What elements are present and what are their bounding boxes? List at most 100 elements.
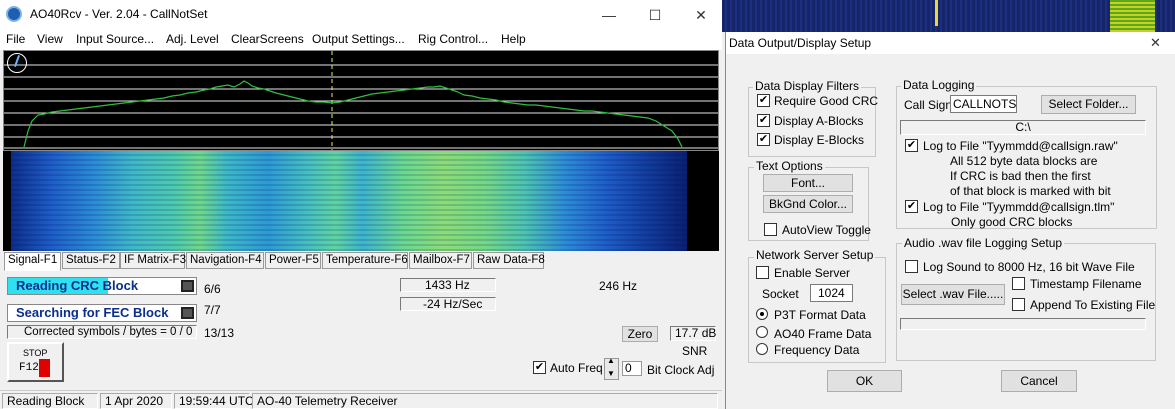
require-crc-label: Require Good CRC (774, 94, 879, 108)
enable-server-checkbox[interactable] (756, 266, 769, 279)
menu-input-source[interactable]: Input Source... (76, 32, 154, 46)
status-date: 1 Apr 2020 (100, 393, 172, 409)
dialog-close-button[interactable]: ✕ (1150, 35, 1161, 51)
p3t-radio[interactable] (756, 308, 768, 320)
display-e-checkbox[interactable]: ✔ (757, 133, 770, 146)
data-output-dialog: Data Output/Display Setup ✕ Data Display… (725, 32, 1175, 409)
bkgnd-color-button[interactable]: BkGnd Color... (763, 195, 853, 213)
menu-bar: File View Input Source... Adj. Level Cle… (0, 30, 722, 50)
menu-help[interactable]: Help (501, 32, 526, 46)
snr-value: 17.7 dB (670, 326, 716, 341)
freq-hz: 1433 Hz (400, 278, 496, 292)
searching-fec-indicator (181, 307, 194, 319)
callsign-label: Call Sign (904, 98, 953, 112)
data-logging-title: Data Logging (901, 78, 977, 92)
menu-view[interactable]: View (37, 32, 63, 46)
display-a-label: Display A-Blocks (774, 114, 864, 128)
cancel-button[interactable]: Cancel (1001, 370, 1077, 392)
spectrum-display[interactable] (3, 50, 719, 151)
timestamp-checkbox[interactable] (1012, 277, 1025, 290)
display-filters-title: Data Display Filters (753, 79, 862, 93)
bit-clock-input[interactable]: 0 (622, 361, 642, 376)
dialog-title: Data Output/Display Setup (729, 36, 872, 50)
background-signal-line (935, 0, 938, 26)
menu-clearscreens[interactable]: ClearScreens (231, 32, 304, 46)
corrected-symbols: Corrected symbols / bytes = 0 / 0 (7, 325, 197, 339)
waterfall-image (11, 151, 687, 251)
searching-fec-count: 7/7 (204, 303, 221, 317)
autoview-checkbox[interactable] (764, 223, 777, 236)
bit-clock-label: Bit Clock Adj (647, 363, 715, 377)
auto-freq-checkbox[interactable]: ✔ (533, 361, 546, 374)
log-raw-checkbox[interactable]: ✔ (905, 139, 918, 152)
stop-button[interactable]: STOP F12 (7, 342, 64, 382)
log-raw-label: Log to File "Tyymmdd@callsign.raw" (923, 139, 1118, 153)
stop-key: F12 (19, 362, 39, 374)
freq-rate: -24 Hz/Sec (400, 297, 496, 311)
reading-crc-indicator (181, 280, 194, 292)
ao40-radio[interactable] (756, 326, 768, 338)
tab-signal[interactable]: Signal-F1 (4, 252, 61, 271)
p3t-label: P3T Format Data (774, 308, 866, 322)
log-tlm-desc: Only good CRC blocks (951, 215, 1073, 229)
corrected-count: 13/13 (204, 326, 235, 340)
reading-crc-bar: Reading CRC Block (7, 277, 197, 295)
frequency-radio[interactable] (756, 343, 768, 355)
log-sound-label: Log Sound to 8000 Hz, 16 bit Wave File (923, 260, 1135, 274)
font-button[interactable]: Font... (763, 174, 853, 192)
tab-if-matrix[interactable]: IF Matrix-F3 (120, 252, 186, 269)
log-raw-desc-3: of that block is marked with bit (950, 184, 1111, 198)
log-tlm-label: Log to File "Tyymmdd@callsign.tlm" (923, 200, 1115, 214)
status-reading: Reading Block (2, 393, 98, 409)
background-window (722, 0, 1175, 32)
maximize-button[interactable]: ☐ (632, 0, 678, 30)
frequency-label: Frequency Data (774, 343, 860, 357)
tab-temperature[interactable]: Temperature-F6 (322, 252, 408, 269)
snr-label: SNR (682, 344, 708, 358)
menu-file[interactable]: File (6, 32, 25, 46)
menu-output-settings[interactable]: Output Settings... (312, 32, 405, 46)
spin-down-icon[interactable]: ▼ (607, 369, 615, 378)
tab-navigation[interactable]: Navigation-F4 (186, 252, 264, 269)
window-title: AO40Rcv - Ver. 2.04 - CallNotSet (30, 7, 208, 21)
append-checkbox[interactable] (1012, 298, 1025, 311)
bit-clock-spinner[interactable]: ▲ ▼ (604, 356, 619, 380)
log-raw-desc-2: If CRC is bad then the first (950, 169, 1091, 183)
log-raw-desc-1: All 512 byte data blocks are (950, 154, 1098, 168)
tab-mailbox[interactable]: Mailbox-F7 (409, 252, 472, 269)
folder-path: C:\ (900, 120, 1146, 135)
stop-label: STOP (23, 348, 48, 358)
display-e-label: Display E-Blocks (774, 133, 865, 147)
display-a-checkbox[interactable]: ✔ (757, 114, 770, 127)
log-sound-checkbox[interactable] (905, 260, 918, 273)
zero-button[interactable]: Zero (622, 326, 658, 342)
waterfall-display[interactable] (3, 151, 719, 251)
timestamp-label: Timestamp Filename (1030, 277, 1142, 291)
network-title: Network Server Setup (754, 248, 876, 262)
tab-status[interactable]: Status-F2 (62, 252, 120, 269)
minimize-button[interactable]: — (586, 0, 632, 30)
ok-button[interactable]: OK (827, 370, 902, 392)
require-crc-checkbox[interactable]: ✔ (757, 94, 770, 107)
searching-fec-label: Searching for FEC Block (16, 305, 169, 320)
socket-input[interactable]: 1024 (810, 284, 853, 302)
background-waterfall (722, 0, 1175, 32)
spin-up-icon[interactable]: ▲ (607, 356, 615, 365)
reading-crc-count: 6/6 (204, 282, 221, 296)
audio-title: Audio .wav file Logging Setup (902, 236, 1065, 250)
menu-rig-control[interactable]: Rig Control... (418, 32, 488, 46)
tab-power[interactable]: Power-F5 (265, 252, 321, 269)
select-wav-button[interactable]: Select .wav File..... (901, 284, 1005, 305)
close-button[interactable]: ✕ (678, 0, 724, 30)
menu-adj-level[interactable]: Adj. Level (166, 32, 219, 46)
ao40-label: AO40 Frame Data (774, 327, 872, 341)
app-icon (6, 6, 22, 22)
callsign-input[interactable]: CALLNOTSE (950, 95, 1017, 113)
autoview-label: AutoView Toggle (782, 223, 871, 237)
log-tlm-checkbox[interactable]: ✔ (905, 200, 918, 213)
status-time: 19:59:44 UTC (174, 393, 254, 409)
text-options-title: Text Options (754, 159, 825, 173)
status-divider (0, 390, 722, 391)
select-folder-button[interactable]: Select Folder... (1041, 95, 1136, 114)
tab-raw-data[interactable]: Raw Data-F8 (473, 252, 545, 269)
